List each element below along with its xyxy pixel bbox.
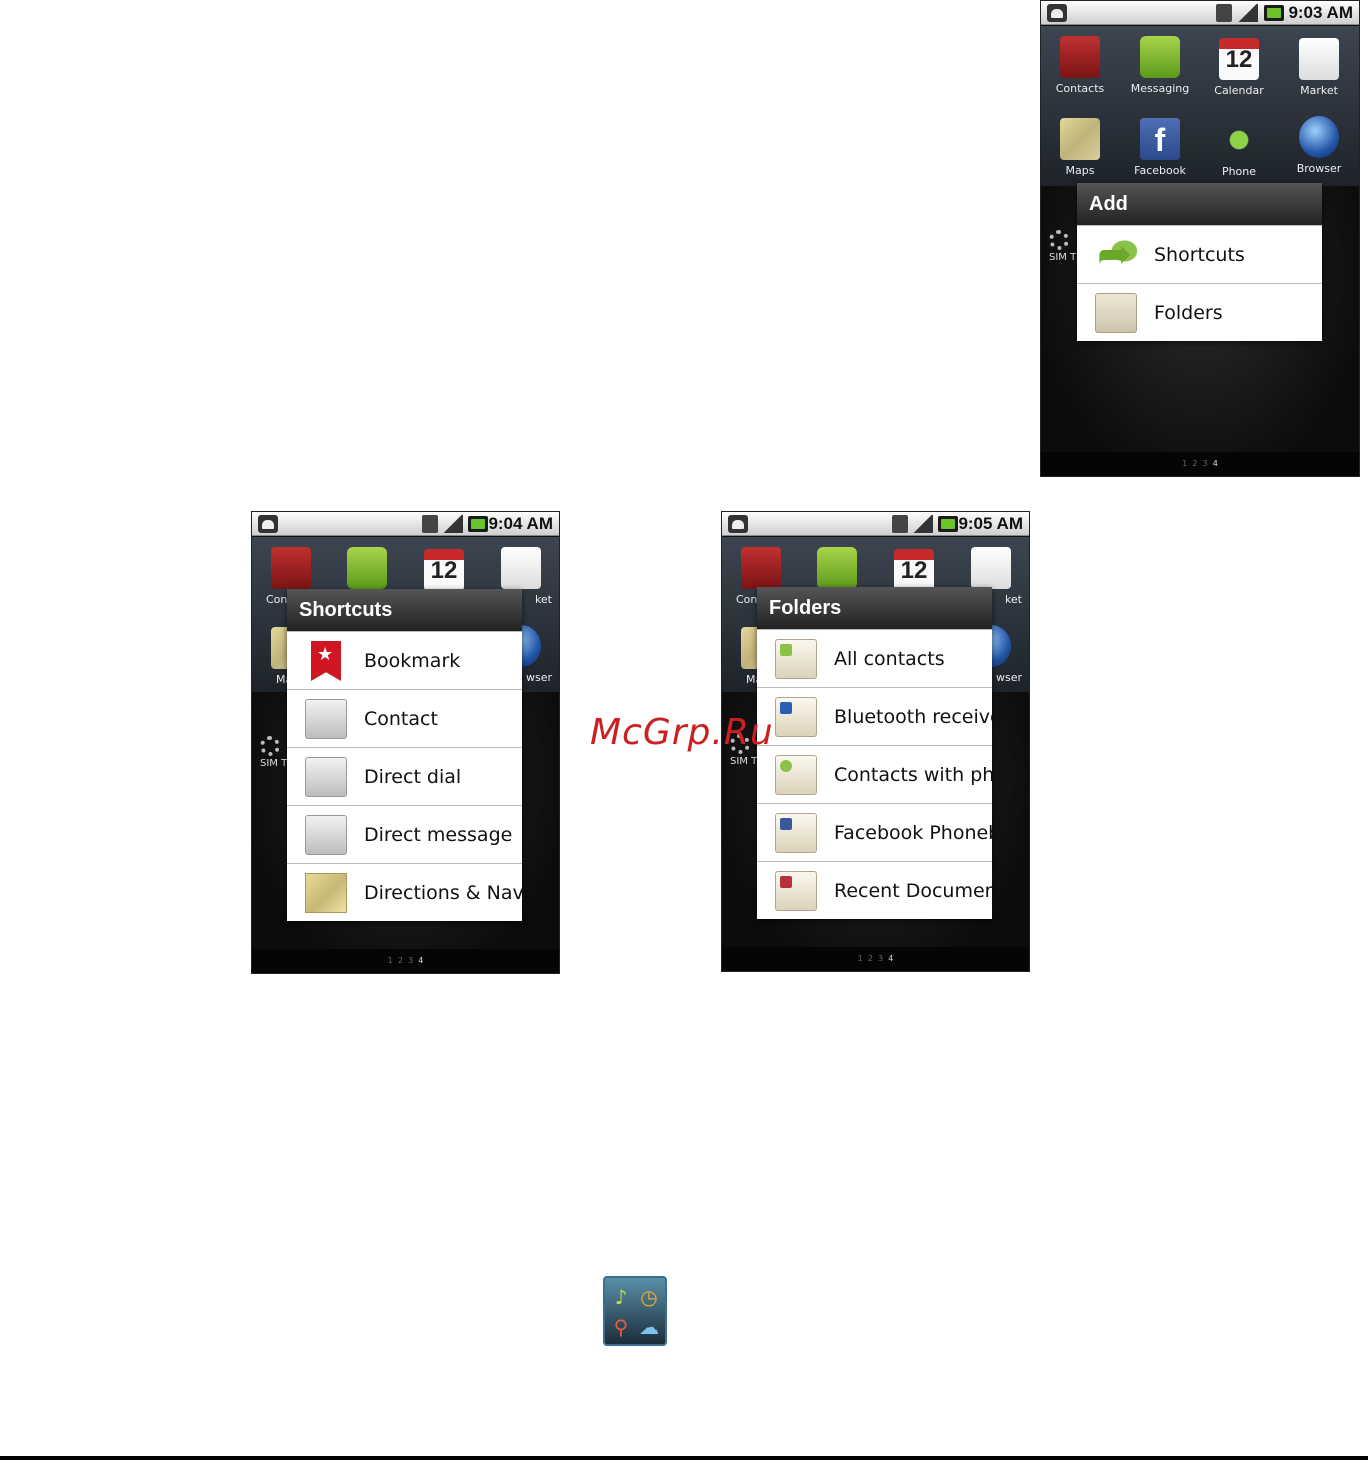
battery-icon — [468, 516, 488, 532]
menu-item-all-contacts[interactable]: All contacts — [757, 629, 992, 687]
facebook-icon: f — [1140, 118, 1180, 160]
clock: 9:05 AM — [958, 514, 1023, 533]
app-contacts[interactable]: Contacts — [1041, 36, 1119, 95]
status-bar: 9:03 AM — [1041, 1, 1359, 25]
bookmark-icon — [311, 641, 341, 681]
menu-item-shortcuts[interactable]: Shortcuts — [1077, 225, 1322, 283]
menu-item-contacts-with-phones[interactable]: Contacts with ph — [757, 745, 992, 803]
maps-icon — [1060, 118, 1100, 160]
market-icon — [971, 547, 1011, 589]
app-phone[interactable]: Phone — [1200, 119, 1278, 178]
menu-item-directions[interactable]: Directions & Navi — [287, 863, 522, 921]
menu-item-facebook-phonebook[interactable]: Facebook Phoneb — [757, 803, 992, 861]
app-maps[interactable]: Maps — [1041, 118, 1119, 177]
menu-item-folders[interactable]: Folders — [1077, 283, 1322, 341]
app-dock: Contacts Messaging 12 Calendar Market Map… — [1041, 26, 1359, 186]
app-messaging[interactable] — [798, 547, 876, 589]
android-debug-icon — [258, 515, 278, 533]
app-market[interactable]: Market — [1280, 38, 1358, 97]
clock: 9:04 AM — [488, 514, 553, 533]
app-browser[interactable]: Browser — [1280, 116, 1358, 175]
phone-icon — [1219, 119, 1259, 161]
contacts-icon — [1060, 36, 1100, 78]
page-footer-rule — [0, 1456, 1368, 1460]
wifi-icon — [422, 515, 438, 533]
android-debug-icon — [1047, 4, 1067, 22]
bluetooth-folder-icon — [775, 697, 817, 737]
tools-app-icon: ♪ ◷ ⚲ ☁ — [603, 1276, 667, 1346]
market-icon — [501, 547, 541, 589]
dialog-title: Add — [1077, 183, 1322, 225]
page-indicator[interactable]: 1 2 3 4 — [1041, 452, 1359, 476]
screenshot-shortcuts: 9:04 AM Con 12 ket Ma wser SIM T 1 2 3 4… — [251, 511, 560, 974]
phone-folder-icon — [775, 755, 817, 795]
status-bar: 9:04 AM — [252, 512, 559, 536]
direct-dial-icon — [305, 757, 347, 797]
folders-dialog: Folders All contacts Bluetooth receive C… — [757, 587, 992, 919]
directions-map-icon — [305, 873, 347, 913]
app-sim-toolkit[interactable]: SIM T — [260, 736, 287, 769]
wifi-icon — [892, 515, 908, 533]
menu-item-direct-message[interactable]: Direct message — [287, 805, 522, 863]
contacts-icon — [741, 547, 781, 589]
menu-item-contact[interactable]: Contact — [287, 689, 522, 747]
all-contacts-folder-icon — [775, 639, 817, 679]
app-sim-toolkit[interactable]: SIM T — [1049, 230, 1076, 263]
dialog-title: Shortcuts — [287, 589, 522, 631]
map-pin-icon: ⚲ — [613, 1315, 629, 1339]
battery-icon — [938, 516, 958, 532]
signal-icon — [913, 515, 933, 533]
menu-item-direct-dial[interactable]: Direct dial — [287, 747, 522, 805]
page-indicator[interactable]: 1 2 3 4 — [252, 949, 559, 973]
contact-card-icon — [305, 699, 347, 739]
app-calendar[interactable]: 12 Calendar — [1200, 38, 1278, 97]
contacts-icon — [271, 547, 311, 589]
app-messaging[interactable]: Messaging — [1121, 36, 1199, 95]
facebook-folder-icon — [775, 813, 817, 853]
clock-icon: ◷ — [640, 1285, 658, 1309]
menu-item-bookmark[interactable]: Bookmark — [287, 631, 522, 689]
wifi-icon — [1216, 4, 1232, 22]
gear-icon — [1049, 230, 1069, 250]
gear-icon — [260, 736, 280, 756]
app-calendar[interactable]: 12 — [875, 549, 953, 591]
direct-message-icon — [305, 815, 347, 855]
calendar-icon: 12 — [1219, 38, 1259, 80]
watermark: McGrp.Ru — [590, 712, 774, 753]
shortcut-arrow-icon — [1095, 229, 1137, 278]
music-note-icon: ♪ — [614, 1285, 628, 1309]
page-indicator[interactable]: 1 2 3 4 — [722, 947, 1029, 971]
dialog-title: Folders — [757, 587, 992, 629]
android-debug-icon — [728, 515, 748, 533]
clock: 9:03 AM — [1288, 3, 1353, 22]
calendar-icon: 12 — [894, 549, 934, 591]
folder-icon — [1095, 293, 1137, 333]
browser-icon — [1299, 116, 1339, 158]
menu-item-bluetooth-received[interactable]: Bluetooth receive — [757, 687, 992, 745]
messaging-icon — [1140, 36, 1180, 78]
weather-cloud-icon: ☁ — [639, 1315, 659, 1339]
status-bar: 9:05 AM — [722, 512, 1029, 536]
calendar-icon: 12 — [424, 549, 464, 591]
app-messaging[interactable] — [328, 547, 406, 589]
market-icon — [1299, 38, 1339, 80]
signal-icon — [443, 515, 463, 533]
messaging-icon — [347, 547, 387, 589]
app-calendar[interactable]: 12 — [405, 549, 483, 591]
signal-icon — [1238, 4, 1258, 22]
screenshot-add: 9:03 AM Contacts Messaging 12 Calendar Ma… — [1040, 0, 1360, 477]
add-dialog: Add Shortcuts Folders — [1077, 183, 1322, 341]
messaging-icon — [817, 547, 857, 589]
app-facebook[interactable]: f Facebook — [1121, 118, 1199, 177]
battery-icon — [1264, 5, 1284, 21]
menu-item-recent-documents[interactable]: Recent Documents — [757, 861, 992, 919]
shortcuts-dialog: Shortcuts Bookmark Contact Direct dial D… — [287, 589, 522, 921]
documents-folder-icon — [775, 871, 817, 911]
